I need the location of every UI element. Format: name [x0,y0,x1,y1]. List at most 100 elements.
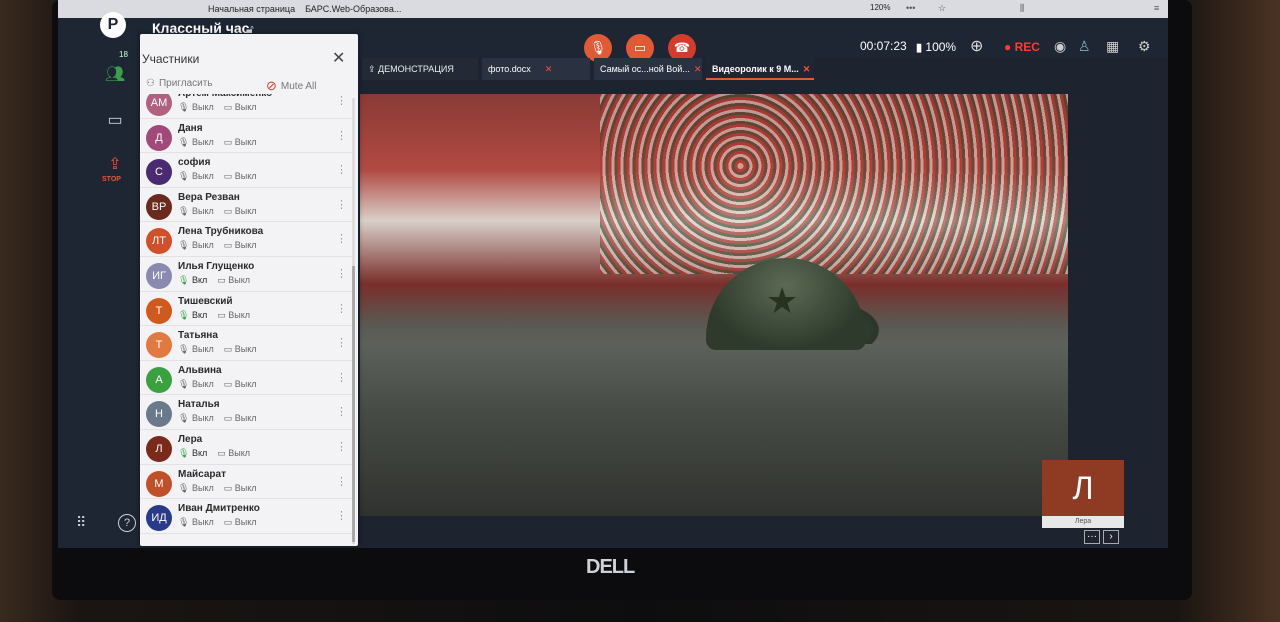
tile-next-button[interactable]: › [1103,530,1119,544]
speaker-tile[interactable]: Л [1042,460,1124,516]
mic-status[interactable]: 🎙︎ Выкл [178,413,214,424]
help-icon[interactable]: ? [118,514,136,532]
cam-status[interactable]: ▭ Выкл [224,102,257,113]
app-logo[interactable]: Р [100,12,126,38]
kebab-menu-icon[interactable]: ⋮ [336,336,347,349]
participant-row[interactable]: М Майсарат 🎙︎ Выкл ▭ Выкл ⋮ [140,465,352,500]
close-icon[interactable]: ✕ [694,64,702,74]
cam-status-label: Выкл [228,447,251,458]
mic-status[interactable]: 🎙︎ Выкл [178,483,214,494]
participant-row[interactable]: А Альвина 🎙︎ Выкл ▭ Выкл ⋮ [140,361,352,396]
kebab-menu-icon[interactable]: ⋮ [336,163,347,176]
apps-grid-icon[interactable]: ⠿ [76,514,86,531]
mute-all-button[interactable]: ⊘ Mute All [266,78,316,94]
cam-status[interactable]: ▭ Выкл [224,171,257,182]
avatar: Т [146,332,172,359]
mic-status[interactable]: 🎙︎ Вкл [178,310,207,321]
microphone-icon: 🎙︎ [178,517,190,528]
mic-status[interactable]: 🎙︎ Выкл [178,344,214,355]
participant-row[interactable]: Н Наталья 🎙︎ Выкл ▭ Выкл ⋮ [140,395,352,430]
participant-row[interactable]: Ссофия 🎙︎ Выкл ▭ Выкл ⋮ [140,153,352,188]
mic-status[interactable]: 🎙︎ Вкл [178,275,207,286]
kebab-menu-icon[interactable]: ⋮ [336,509,347,522]
cam-status[interactable]: ▭ Выкл [224,483,257,494]
browser-tab-home[interactable]: Начальная страница [208,4,295,14]
participant-row[interactable]: ИД Иван Дмитренко 🎙︎ Выкл ▭ Выкл ⋮ [140,499,352,534]
participant-row[interactable]: АМАртем Максименко🎙︎ Выкл▭ Выкл⋮ [140,94,352,119]
close-icon[interactable]: ✕ [332,48,345,68]
tab-video[interactable]: Видеоролик к 9 М... ✕ [706,58,814,80]
participant-row[interactable]: ЛТ Лена Трубникова 🎙︎ Выкл ▭ Выкл ⋮ [140,222,352,257]
microphone-icon: 🎙︎ [178,344,190,355]
participant-row[interactable]: ВР Вера Резван 🎙︎ Выкл ▭ Выкл ⋮ [140,188,352,223]
cam-status[interactable]: ▭ Выкл [224,206,257,217]
settings-icon[interactable]: ⚙ [1138,38,1151,55]
kebab-menu-icon[interactable]: ⋮ [336,129,347,142]
tab-article[interactable]: Самый ос...ной Вой... ✕ [594,58,702,80]
participant-row[interactable]: Л Лера 🎙︎ Вкл ▭ Выкл ⋮ [140,430,352,465]
avatar: Н [146,401,172,428]
avatar: Д [146,124,172,151]
close-icon[interactable]: ✕ [803,64,811,74]
mic-status[interactable]: 🎙︎ Выкл [178,206,214,217]
scrollbar-thumb[interactable] [352,266,355,542]
tile-more-button[interactable]: ··· [1084,530,1100,544]
share-icon[interactable]: ⇪ [100,154,130,174]
menu-icon[interactable]: ≡ [1154,3,1159,13]
chat-icon[interactable]: ▭ [100,110,130,130]
mic-status[interactable]: 🎙︎ Выкл [178,171,214,182]
more-icon[interactable]: ••• [906,3,915,13]
kebab-menu-icon[interactable]: ⋮ [336,371,347,384]
add-user-icon[interactable]: ⊕ [970,36,983,56]
mic-status[interactable]: 🎙︎ Выкл [178,137,214,148]
person-icon[interactable]: ♙ [1078,38,1091,55]
rec-indicator[interactable]: ● REC [1004,40,1040,54]
cam-status[interactable]: ▭ Выкл [224,137,257,148]
invite-button[interactable]: ⚇ Пригласить [146,78,213,89]
close-icon[interactable]: ✕ [545,64,553,74]
cam-status[interactable]: ▭ Выкл [217,448,250,459]
participant-row[interactable]: Д Даня 🎙︎ Выкл ▭ Выкл ⋮ [140,119,352,154]
cam-status[interactable]: ▭ Выкл [224,344,257,355]
mic-status[interactable]: 🎙︎ Выкл [178,517,214,528]
participants-count: 18 [119,50,128,59]
mic-status[interactable]: 🎙︎ Вкл [178,448,207,459]
library-icon[interactable]: ⫼ [1020,3,1024,14]
cam-status-label: Выкл [234,205,257,216]
cam-status[interactable]: ▭ Выкл [217,275,250,286]
cam-status[interactable]: ▭ Выкл [217,310,250,321]
cam-status[interactable]: ▭ Выкл [224,240,257,251]
kebab-menu-icon[interactable]: ⋮ [336,198,347,211]
kebab-menu-icon[interactable]: ⋮ [336,232,347,245]
kebab-menu-icon[interactable]: ⋮ [336,475,347,488]
mic-status[interactable]: 🎙︎ Выкл [178,240,214,251]
participant-row[interactable]: ИГ Илья Глущенко 🎙︎ Вкл ▭ Выкл ⋮ [140,257,352,292]
tab-demo[interactable]: ⇪ ДЕМОНСТРАЦИЯ [362,58,478,80]
broadcast-icon[interactable]: ◉ [1054,38,1066,55]
participant-row[interactable]: Т Тишевский 🎙︎ Вкл ▭ Выкл ⋮ [140,292,352,327]
cam-status[interactable]: ▭ Выкл [224,413,257,424]
participants-icon[interactable]: 👥︎ [100,64,130,84]
cam-status[interactable]: ▭ Выкл [224,517,257,528]
browser-tab-bars[interactable]: БАРС.Web-Образова... [305,4,401,14]
cam-status[interactable]: ▭ Выкл [224,379,257,390]
layout-icon[interactable]: ▦ [1106,38,1119,55]
kebab-menu-icon[interactable]: ⋮ [336,405,347,418]
kebab-menu-icon[interactable]: ⋮ [336,440,347,453]
kebab-menu-icon[interactable]: ⋮ [336,267,347,280]
mic-status[interactable]: 🎙︎ Выкл [178,102,214,113]
star-icon[interactable]: ☆ [938,3,946,14]
participant-list: АМАртем Максименко🎙︎ Выкл▭ Выкл⋮ДДаня🎙︎ … [140,94,352,544]
avatar: М [146,470,172,497]
video-drape [360,344,1068,516]
mic-status[interactable]: 🎙︎ Выкл [178,379,214,390]
zoom-level[interactable]: 120% [870,3,890,12]
kebab-menu-icon[interactable]: ⋮ [336,302,347,315]
cam-status-label: Выкл [234,517,257,528]
video-player[interactable]: ★ [360,94,1068,516]
kebab-menu-icon[interactable]: ⋮ [336,94,347,107]
tab-article-label: Самый ос...ной Вой... [600,64,690,74]
camera-icon: ▭ [223,517,233,528]
participant-row[interactable]: Т Татьяна 🎙︎ Выкл ▭ Выкл ⋮ [140,326,352,361]
tab-photo[interactable]: фото.docx ✕ [482,58,590,80]
